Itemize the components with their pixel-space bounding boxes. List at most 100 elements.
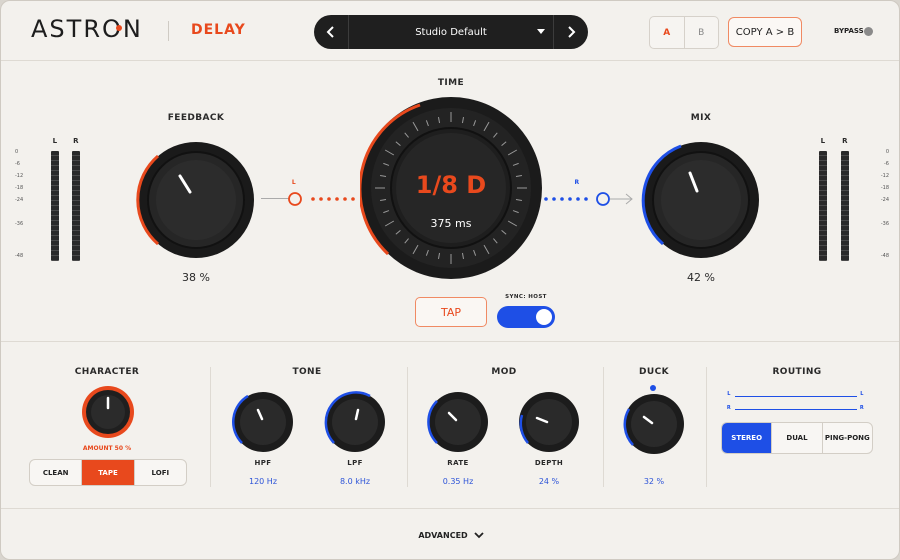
bypass-label: BYPASS: [834, 27, 864, 35]
meter-left-r: [72, 151, 80, 261]
routing-mode-selector: STEREO DUAL PING-PONG: [721, 422, 873, 454]
depth-value: 24 %: [538, 477, 560, 486]
tone-label: TONE: [292, 367, 322, 377]
chevron-left-icon: [326, 26, 334, 38]
character-amount-knob[interactable]: [81, 385, 135, 439]
mix-knob[interactable]: [641, 140, 761, 260]
left-tap-chain: [288, 192, 355, 206]
meter-left-l-label: L: [52, 137, 58, 145]
routing-r-left: R: [726, 405, 732, 411]
meter-right-l: [819, 151, 827, 261]
meter-scale-tick: -48: [880, 253, 889, 259]
routing-r-line: [735, 409, 857, 410]
meter-scale-tick: -24: [15, 197, 24, 203]
routing-mode-dual[interactable]: DUAL: [771, 423, 821, 453]
left-channel-label: L: [291, 179, 297, 186]
rate-knob[interactable]: [427, 391, 489, 453]
depth-label: DEPTH: [534, 459, 564, 467]
lpf-label: LPF: [347, 459, 363, 467]
meter-scale-tick: -18: [880, 185, 889, 191]
character-mode-tape[interactable]: TAPE: [81, 460, 134, 485]
preset-dropdown[interactable]: Studio Default: [348, 15, 554, 49]
advanced-label: ADVANCED: [418, 530, 468, 540]
section-divider: [407, 367, 408, 487]
mod-label: MOD: [491, 367, 517, 377]
routing-l-left: L: [727, 391, 731, 397]
chevron-down-icon: [474, 531, 484, 538]
mix-value: 42 %: [687, 271, 715, 284]
meter-scale-tick: -36: [880, 221, 889, 227]
depth-knob[interactable]: [518, 391, 580, 453]
toggle-knob: [536, 309, 552, 325]
rate-value: 0.35 Hz: [442, 477, 474, 486]
meter-scale-tick: -6: [15, 161, 20, 167]
hpf-label: HPF: [254, 459, 272, 467]
time-label: TIME: [437, 78, 465, 88]
meter-scale-tick: -12: [880, 173, 889, 179]
feedback-knob[interactable]: [136, 140, 256, 260]
product-name: DELAY: [191, 22, 246, 38]
feedback-label: FEEDBACK: [167, 113, 225, 123]
feedback-value: 38 %: [182, 271, 210, 284]
routing-l-line: [735, 396, 857, 397]
section-divider: [603, 367, 604, 487]
character-mode-clean[interactable]: CLEAN: [30, 460, 81, 485]
meter-scale-tick: -48: [15, 253, 24, 259]
meter-scale-tick: -24: [880, 197, 889, 203]
time-division-value: 1/8 D: [415, 171, 487, 199]
preset-prev-button[interactable]: [314, 15, 348, 49]
meter-left-scale: 0 -6 -12 -18 -24 -36 -48: [15, 149, 35, 264]
logo-target-icon: [116, 25, 122, 31]
ab-compare: A B: [649, 16, 719, 49]
dropdown-caret-icon: [537, 29, 545, 34]
mix-label: MIX: [690, 113, 712, 123]
lpf-value: 8.0 kHz: [339, 477, 371, 486]
header-divider: [168, 21, 169, 41]
meter-right-l-label: L: [820, 137, 826, 145]
meter-right-r: [841, 151, 849, 261]
copy-a-to-b-button[interactable]: COPY A > B: [728, 17, 802, 47]
rate-label: RATE: [447, 459, 469, 467]
duck-value: 32 %: [643, 477, 665, 486]
section-divider: [706, 367, 707, 487]
preset-next-button[interactable]: [554, 15, 588, 49]
meter-right-r-label: R: [842, 137, 848, 145]
tap-tempo-button[interactable]: TAP: [415, 297, 487, 327]
duck-label: DUCK: [639, 367, 669, 377]
character-label: CHARACTER: [74, 367, 140, 377]
lpf-knob[interactable]: [324, 391, 386, 453]
ab-a-button[interactable]: A: [650, 17, 685, 48]
preset-name: Studio Default: [415, 26, 487, 38]
meter-left-l: [51, 151, 59, 261]
meter-scale-tick: -12: [15, 173, 24, 179]
meter-scale-tick: 0: [885, 149, 889, 155]
advanced-toggle[interactable]: ADVANCED: [1, 509, 899, 559]
preset-selector: Studio Default: [314, 15, 588, 49]
ab-b-button[interactable]: B: [685, 17, 719, 48]
hpf-knob[interactable]: [232, 391, 294, 453]
duck-knob[interactable]: [623, 393, 685, 455]
time-ms-value: 375 ms: [430, 217, 472, 230]
meter-scale-tick: 0: [15, 149, 19, 155]
bypass-toggle[interactable]: [864, 27, 873, 36]
meter-right-scale: 0 -6 -12 -18 -24 -36 -48: [869, 149, 889, 264]
character-mode-selector: CLEAN TAPE LOFI: [29, 459, 187, 486]
character-amount-value: AMOUNT 50 %: [82, 445, 132, 452]
meter-scale-tick: -36: [15, 221, 24, 227]
meter-scale-tick: -18: [15, 185, 24, 191]
right-tap-chain: [544, 192, 633, 206]
meter-scale-tick: -6: [884, 161, 889, 167]
routing-label: ROUTING: [772, 367, 822, 377]
routing-mode-stereo[interactable]: STEREO: [722, 423, 772, 453]
sync-host-toggle[interactable]: [497, 306, 555, 328]
sync-label: SYNC: HOST: [505, 294, 547, 300]
routing-l-right: L: [860, 391, 864, 397]
right-channel-label: R: [574, 179, 580, 186]
delay-plugin-window: ASTRON DELAY Studio Default A B COPY A >…: [0, 0, 900, 560]
routing-mode-ping-pong[interactable]: PING-PONG: [821, 423, 872, 453]
section-divider: [210, 367, 211, 487]
meter-left-r-label: R: [73, 137, 79, 145]
chevron-right-icon: [568, 26, 576, 38]
hpf-value: 120 Hz: [248, 477, 278, 486]
character-mode-lofi[interactable]: LOFI: [133, 460, 186, 485]
